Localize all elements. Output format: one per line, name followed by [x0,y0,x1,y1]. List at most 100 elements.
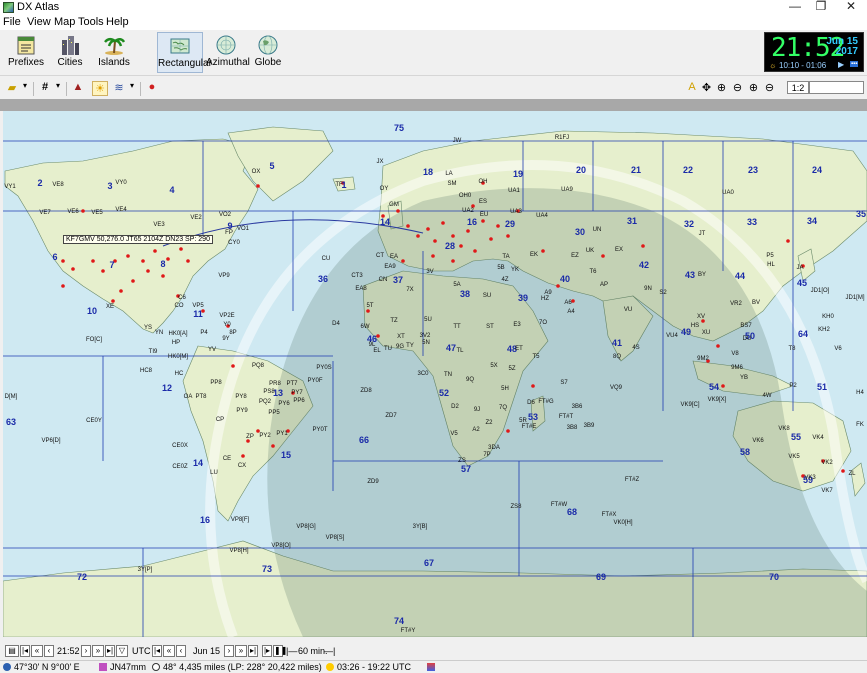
date-forward-button[interactable]: › [224,645,234,657]
time-back-fast-button[interactable]: « [31,645,43,657]
close-button[interactable]: ✕ [836,0,866,15]
prefix-label: 3Y[B] [412,524,428,530]
prefix-label: 9N [644,286,652,292]
cq-zone-label: 30 [574,227,586,237]
cq-zone-label: 5 [269,161,275,171]
prefix-label: LU [210,470,218,476]
cities-button[interactable]: Cities [52,32,88,73]
sun-toggle-icon[interactable]: ☀ [92,81,108,96]
globe-label: Globe [254,57,282,68]
azimuthal-label: Azimuthal [206,57,250,68]
prefix-label: A9 [544,290,552,296]
menu-tools[interactable]: Tools [78,16,104,28]
menu-view[interactable]: View [27,16,51,28]
time-back-button[interactable]: ‹ [44,645,54,657]
zoom-level-field[interactable]: 1:2 [787,81,809,94]
cq-zone-label: 66 [358,435,370,445]
date-back-button[interactable]: ‹ [176,645,186,657]
zoom-out-icon[interactable]: ⊖ [731,81,744,96]
prefix-label: D6 [527,400,535,406]
menu-file[interactable]: File [3,16,21,28]
time-now-button[interactable]: ▽ [116,645,128,657]
prefix-label: FT#T [558,414,574,420]
prefix-label: UK [585,248,595,254]
aurora-icon[interactable]: ≋ [112,81,126,96]
rectangular-label: Rectangular [158,58,212,69]
zoom-in-icon[interactable]: ⊕ [715,81,728,96]
time-first-button[interactable]: |◂ [20,645,30,657]
pin-icon[interactable]: ● [145,81,159,96]
map-canvas [3,126,867,637]
grid-dropdown-icon[interactable]: ▾ [53,81,63,96]
prefix-label: 3DA [488,445,500,451]
clock-panel[interactable]: 21:52 Jun 15 2017 ☼ 10:10 - 01:06 ▶ ▪▪▪ [764,32,864,72]
date-value[interactable]: Jun 15 [193,646,220,656]
step-back-button[interactable]: |▸ [262,645,272,657]
cq-zone-label: 63 [5,417,17,427]
prefix-label: 3C0 [417,371,429,377]
time-set-button[interactable]: ▤ [5,645,19,657]
prefixes-button[interactable]: Prefixes [6,32,46,73]
prefix-label: V8 [731,351,739,357]
cq-zone-label: 29 [504,219,516,229]
date-last-button[interactable]: ▸| [248,645,258,657]
prefix-label: HK0[M] [167,354,189,360]
layers-icon[interactable]: ▰ [5,81,19,96]
aurora-dropdown-icon[interactable]: ▾ [127,81,137,96]
prefix-label: BY [697,272,707,278]
terminator-icon[interactable]: ▲ [71,81,85,96]
prefix-label: 7P [483,452,491,458]
zoom-fit-icon[interactable]: ⊕ [747,81,760,96]
world-map[interactable]: 75 5 2 3 4 18 19 20 21 22 23 24 1 9 14 16 29 30 31 32 33 34 35… [3,111,867,637]
prefix-label: KH2 [818,327,830,333]
prefix-label: OH0 [458,193,472,199]
islands-button[interactable]: Islands [94,32,134,73]
restore-button[interactable]: ❐ [806,0,836,15]
menu-map[interactable]: Map [54,16,75,28]
grid-icon[interactable]: # [38,81,52,96]
clock-mode-badge[interactable]: ▪▪▪ [850,61,859,67]
prefix-label: VK9[X] [707,397,727,403]
time-forward-fast-button[interactable]: » [92,645,104,657]
pointer-icon[interactable]: A [686,81,698,96]
prefix-label: P4 [200,330,208,336]
cq-zone-label: 34 [806,216,818,226]
prefix-label: GM [389,202,399,208]
time-last-button[interactable]: ▸| [105,645,115,657]
clock-play-icon[interactable]: ▶ [838,60,844,69]
prefix-label: UA0 [722,190,734,196]
prefix-label: KH0 [822,314,834,320]
time-value[interactable]: 21:52 [57,646,80,656]
status-sun: 03:26 - 19:22 UTC [326,662,411,672]
prefix-label: TA [502,254,510,260]
pan-icon[interactable]: ✥ [700,81,713,96]
date-forward-fast-button[interactable]: » [235,645,247,657]
prefix-label: VQ9 [609,385,623,391]
prefix-label: JA [796,265,804,271]
prefix-label: BV [751,300,761,306]
zoom-reset-icon[interactable]: ⊖ [763,81,776,96]
prefix-label: VK9[C] [680,402,700,408]
menu-help[interactable]: Help [106,16,129,28]
rectangular-button[interactable]: Rectangular [157,32,212,73]
title-bar: DX Atlas — ❐ ✕ [0,0,867,15]
prefix-label: 9Y [222,336,230,342]
date-first-button[interactable]: |◂ [152,645,162,657]
prefix-label: UA4 [536,213,548,219]
cq-zone-label: 2 [37,178,43,188]
sun-icon: ☼ [769,61,777,70]
globe-button[interactable]: Globe [250,32,286,73]
toolbar-separator [33,82,34,96]
cq-zone-label: 57 [460,464,472,474]
zoom-dropdown[interactable] [809,81,864,94]
prefix-label: FT#Y [400,628,416,634]
layers-dropdown-icon[interactable]: ▾ [20,81,30,96]
pause-button[interactable]: ❚❚ [273,645,287,657]
menu-bar: File View Map Tools Help [0,15,867,30]
prefix-label: PY1 [276,431,288,437]
date-back-fast-button[interactable]: « [163,645,175,657]
azimuthal-button[interactable]: Azimuthal [206,32,250,73]
prefix-label: V6 [834,346,842,352]
sun-range: 10:10 - 01:06 [779,61,827,70]
time-forward-button[interactable]: › [81,645,91,657]
